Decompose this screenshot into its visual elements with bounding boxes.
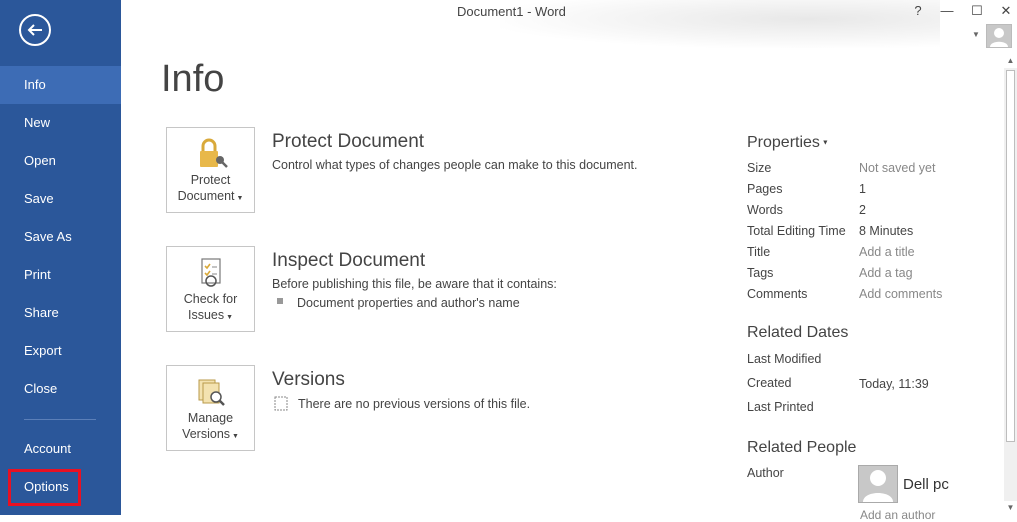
vertical-scrollbar[interactable]: ▲ ▼ <box>1004 54 1017 515</box>
account-dropdown-icon[interactable]: ▼ <box>972 30 980 39</box>
versions-title: Versions <box>272 369 345 390</box>
check-for-issues-button[interactable]: Check for Issues ▼ <box>166 246 255 332</box>
check-label-line2: Issues <box>187 308 225 322</box>
close-button[interactable]: ✕ <box>995 3 1017 19</box>
related-people-heading: Related People <box>747 439 857 456</box>
check-label-line1: Check for <box>183 292 238 306</box>
nav-save-as[interactable]: Save As <box>0 218 121 256</box>
scroll-up-icon[interactable]: ▲ <box>1004 54 1017 68</box>
prop-pages-value: 1 <box>859 182 866 196</box>
nav-open[interactable]: Open <box>0 142 121 180</box>
nav-info[interactable]: Info <box>0 66 121 104</box>
page-title: Info <box>161 58 225 100</box>
prop-editing-time-value: 8 Minutes <box>859 224 914 238</box>
prop-title-input[interactable]: Add a title <box>859 245 915 259</box>
nav-print[interactable]: Print <box>0 256 121 294</box>
prop-comments-input[interactable]: Add comments <box>859 287 942 301</box>
back-arrow-icon <box>27 24 42 36</box>
author-label: Author <box>747 466 784 480</box>
protect-document-button[interactable]: Protect Document ▼ <box>166 127 255 213</box>
scroll-down-icon[interactable]: ▼ <box>1004 501 1017 515</box>
user-silhouette-icon <box>863 470 893 502</box>
created-label: Created <box>747 376 792 390</box>
dropdown-caret-icon: ▼ <box>230 433 239 440</box>
protect-label-line1: Protect <box>190 173 231 187</box>
minimize-button[interactable]: — <box>936 3 958 18</box>
prop-pages-label: Pages <box>747 182 783 196</box>
manage-versions-icon <box>198 379 225 406</box>
protect-document-desc: Control what types of changes people can… <box>272 158 638 172</box>
protect-label-line2: Document <box>177 189 235 203</box>
nav-new[interactable]: New <box>0 104 121 142</box>
nav-account[interactable]: Account <box>0 430 121 468</box>
prop-size-label: Size <box>747 161 772 175</box>
maximize-button[interactable]: ☐ <box>966 3 988 19</box>
options-highlight-box <box>8 469 81 506</box>
versions-desc: There are no previous versions of this f… <box>298 397 531 411</box>
prop-comments-label: Comments <box>747 287 808 301</box>
user-avatar[interactable] <box>986 24 1012 48</box>
properties-heading[interactable]: Properties ▼ <box>747 134 829 152</box>
dropdown-caret-icon: ▼ <box>224 314 233 321</box>
backstage-sidebar: Info New Open Save Save As Print Share E… <box>0 0 121 515</box>
dropdown-caret-icon: ▼ <box>819 139 829 147</box>
help-button[interactable]: ? <box>907 3 929 18</box>
created-value: Today, 11:39 <box>859 377 929 391</box>
nav-save[interactable]: Save <box>0 180 121 218</box>
prop-tags-label: Tags <box>747 266 774 280</box>
properties-heading-text: Properties <box>747 134 820 151</box>
author-avatar[interactable] <box>858 465 898 503</box>
author-name[interactable]: Dell pc <box>903 476 949 493</box>
prop-title-label: Title <box>747 245 771 259</box>
inspect-document-desc: Before publishing this file, be aware th… <box>272 277 557 291</box>
prop-tags-input[interactable]: Add a tag <box>859 266 913 280</box>
prop-size-value: Not saved yet <box>859 161 936 175</box>
protect-document-title: Protect Document <box>272 131 425 152</box>
nav-export[interactable]: Export <box>0 332 121 370</box>
last-modified-label: Last Modified <box>747 352 822 366</box>
user-silhouette-icon <box>990 28 1008 47</box>
nav-separator <box>24 419 96 420</box>
inspect-bullet-text: Document properties and author's name <box>297 296 520 310</box>
window-title: Document1 - Word <box>457 4 566 19</box>
manage-versions-button[interactable]: Manage Versions ▼ <box>166 365 255 451</box>
versions-label-line2: Versions <box>182 427 231 441</box>
back-button[interactable] <box>19 14 51 46</box>
prop-words-value: 2 <box>859 203 866 217</box>
inspect-document-icon <box>200 258 221 287</box>
scroll-thumb[interactable] <box>1006 70 1015 442</box>
last-printed-label: Last Printed <box>747 400 814 414</box>
bullet-icon <box>277 298 283 304</box>
nav-close[interactable]: Close <box>0 370 121 408</box>
related-dates-heading: Related Dates <box>747 324 849 341</box>
prop-editing-time-label: Total Editing Time <box>747 224 846 238</box>
prop-words-label: Words <box>747 203 783 217</box>
lock-key-icon <box>199 138 228 168</box>
document-icon <box>274 396 288 411</box>
versions-label-line1: Manage <box>187 411 234 425</box>
nav-share[interactable]: Share <box>0 294 121 332</box>
dropdown-caret-icon: ▼ <box>234 195 244 202</box>
inspect-document-title: Inspect Document <box>272 250 426 271</box>
add-author-input[interactable]: Add an author <box>860 508 935 522</box>
titlebar-decoration <box>500 0 940 48</box>
